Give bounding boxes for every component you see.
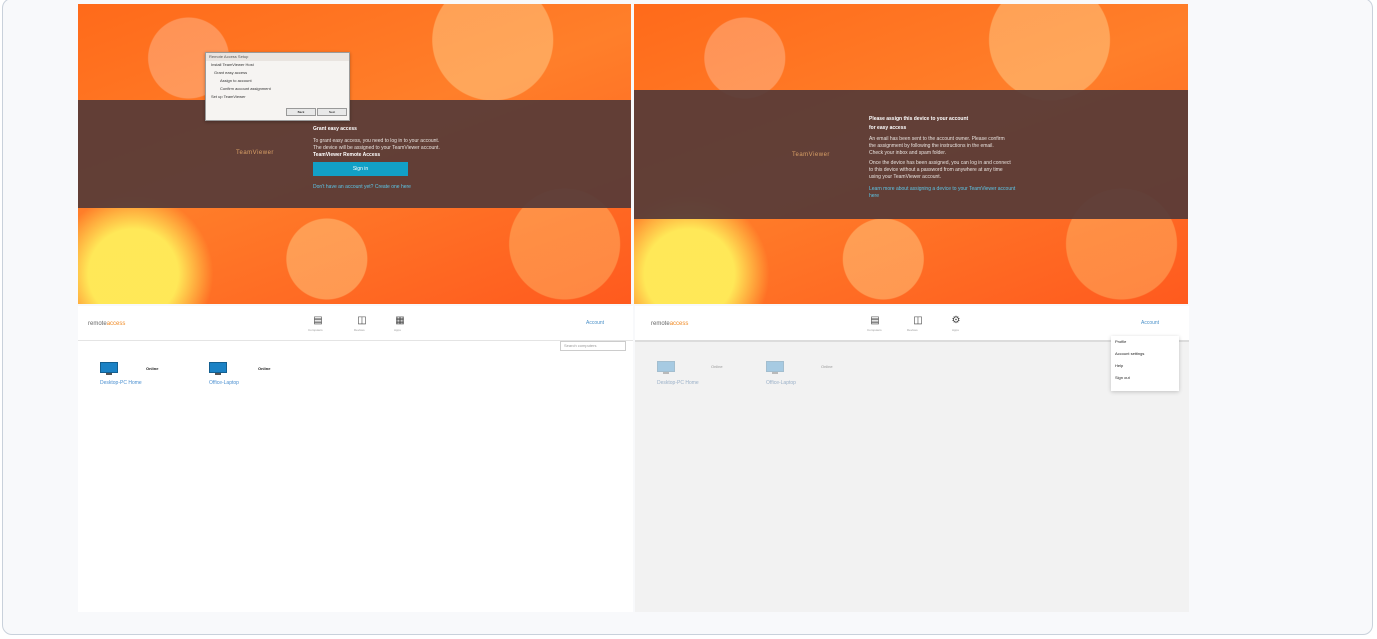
learn-more-link-here[interactable]: here xyxy=(869,193,879,199)
setup-dialog-step-2: Grant easy access xyxy=(214,70,248,75)
dialog-next-button[interactable]: Next xyxy=(317,108,347,116)
right-setup-body-2: the assignment by following the instruct… xyxy=(869,143,994,149)
right-topbar: remoteaccess ▤ Computers ◫ Devices ⚙ App… xyxy=(635,306,1189,342)
sign-in-button[interactable]: Sign in xyxy=(313,162,408,176)
learn-more-link[interactable]: Learn more about assigning a device to y… xyxy=(869,186,1015,192)
computer-monitor-icon[interactable] xyxy=(657,361,675,374)
account-dropdown-menu: Profile Account settings Help Sign out xyxy=(1111,336,1179,391)
computer-name[interactable]: Office-Laptop xyxy=(766,380,796,386)
right-setup-body-5: to this device without a password from a… xyxy=(869,167,1003,173)
left-nav-devices-label: Devices xyxy=(354,328,365,332)
left-brand-accent: access xyxy=(106,321,126,327)
right-setup-heading-2: for easy access xyxy=(869,125,907,131)
dialog-back-button[interactable]: Back xyxy=(286,108,316,116)
right-setup-body-4: Once the device has been assigned, you c… xyxy=(869,160,1011,166)
left-setup-panel: TeamViewer Remote Access Setup Install T… xyxy=(78,4,631,304)
setup-dialog-step-4: Confirm account assignment xyxy=(220,86,271,91)
computer-monitor-icon[interactable] xyxy=(100,362,118,375)
right-computers-panel: remoteaccess ▤ Computers ◫ Devices ⚙ App… xyxy=(635,306,1189,612)
right-nav-devices-icon[interactable]: ◫ xyxy=(913,316,923,326)
left-setup-body-1: To grant easy access, you need to log in… xyxy=(313,138,440,144)
right-setup-panel: TeamViewer Please assign this device to … xyxy=(634,4,1188,304)
setup-dialog-title: Remote Access Setup xyxy=(206,53,349,61)
setup-dialog-step-5: Set up TeamViewer xyxy=(211,94,246,99)
left-nav-computers-label: Computers xyxy=(308,328,323,332)
right-brand-logo: remoteaccess xyxy=(651,321,688,327)
menu-item-sign-out[interactable]: Sign out xyxy=(1111,372,1179,384)
left-setup-body-2: The device will be assigned to your Team… xyxy=(313,145,440,151)
right-nav-apps-label: Apps xyxy=(952,328,959,332)
menu-item-help[interactable]: Help xyxy=(1111,360,1179,372)
right-nav-computers-label: Computers xyxy=(867,328,882,332)
left-setup-body-3: TeamViewer Remote Access xyxy=(313,152,381,158)
computer-monitor-icon[interactable] xyxy=(209,362,227,375)
left-nav-devices-icon[interactable]: ◫ xyxy=(357,316,367,326)
right-setup-body-3: Check your inbox and spam folder. xyxy=(869,150,946,156)
right-nav-apps-icon[interactable]: ⚙ xyxy=(951,316,961,326)
left-setup-brand: TeamViewer xyxy=(236,150,274,156)
computer-name[interactable]: Desktop-PC Home xyxy=(657,380,699,386)
right-brand-prefix: remote xyxy=(651,321,670,327)
right-nav-devices-label: Devices xyxy=(907,328,918,332)
computer-status: Online xyxy=(711,364,723,369)
setup-dialog-step-1: Install TeamViewer Host xyxy=(211,62,254,67)
computer-name[interactable]: Desktop-PC Home xyxy=(100,380,142,386)
setup-dialog: Remote Access Setup Install TeamViewer H… xyxy=(205,52,350,121)
right-setup-heading-1: Please assign this device to your accoun… xyxy=(869,116,969,122)
left-topbar: remoteaccess ▤ Computers ◫ Devices ▦ App… xyxy=(78,306,633,341)
right-setup-body-6: using your TeamViewer account. xyxy=(869,174,942,180)
left-nav-computers-icon[interactable]: ▤ xyxy=(313,316,323,326)
setup-dialog-step-3: Assign to account xyxy=(220,78,252,83)
menu-item-account-settings[interactable]: Account settings xyxy=(1111,348,1179,360)
left-nav-apps-label: Apps xyxy=(394,328,401,332)
menu-item-profile[interactable]: Profile xyxy=(1111,336,1179,348)
computer-search-input[interactable]: Search computers xyxy=(560,341,626,351)
right-nav-computers-icon[interactable]: ▤ xyxy=(870,316,880,326)
left-setup-heading: Grant easy access xyxy=(313,126,357,132)
left-brand-prefix: remote xyxy=(88,321,107,327)
right-setup-body-1: An email has been sent to the account ow… xyxy=(869,136,1005,142)
left-computers-panel: remoteaccess ▤ Computers ◫ Devices ▦ App… xyxy=(78,306,633,612)
right-brand-accent: access xyxy=(669,321,689,327)
computer-monitor-icon[interactable] xyxy=(766,361,784,374)
create-account-link[interactable]: Don't have an account yet? Create one he… xyxy=(313,184,411,190)
right-setup-brand: TeamViewer xyxy=(792,152,830,158)
right-account-button[interactable]: Account xyxy=(1141,320,1159,326)
left-brand-logo: remoteaccess xyxy=(88,321,125,327)
computer-status: Online xyxy=(258,366,271,371)
computer-status: Online xyxy=(146,366,159,371)
computer-status: Online xyxy=(821,364,833,369)
computer-name[interactable]: Office-Laptop xyxy=(209,380,239,386)
left-account-button[interactable]: Account xyxy=(586,320,604,326)
left-nav-apps-icon[interactable]: ▦ xyxy=(395,316,405,326)
